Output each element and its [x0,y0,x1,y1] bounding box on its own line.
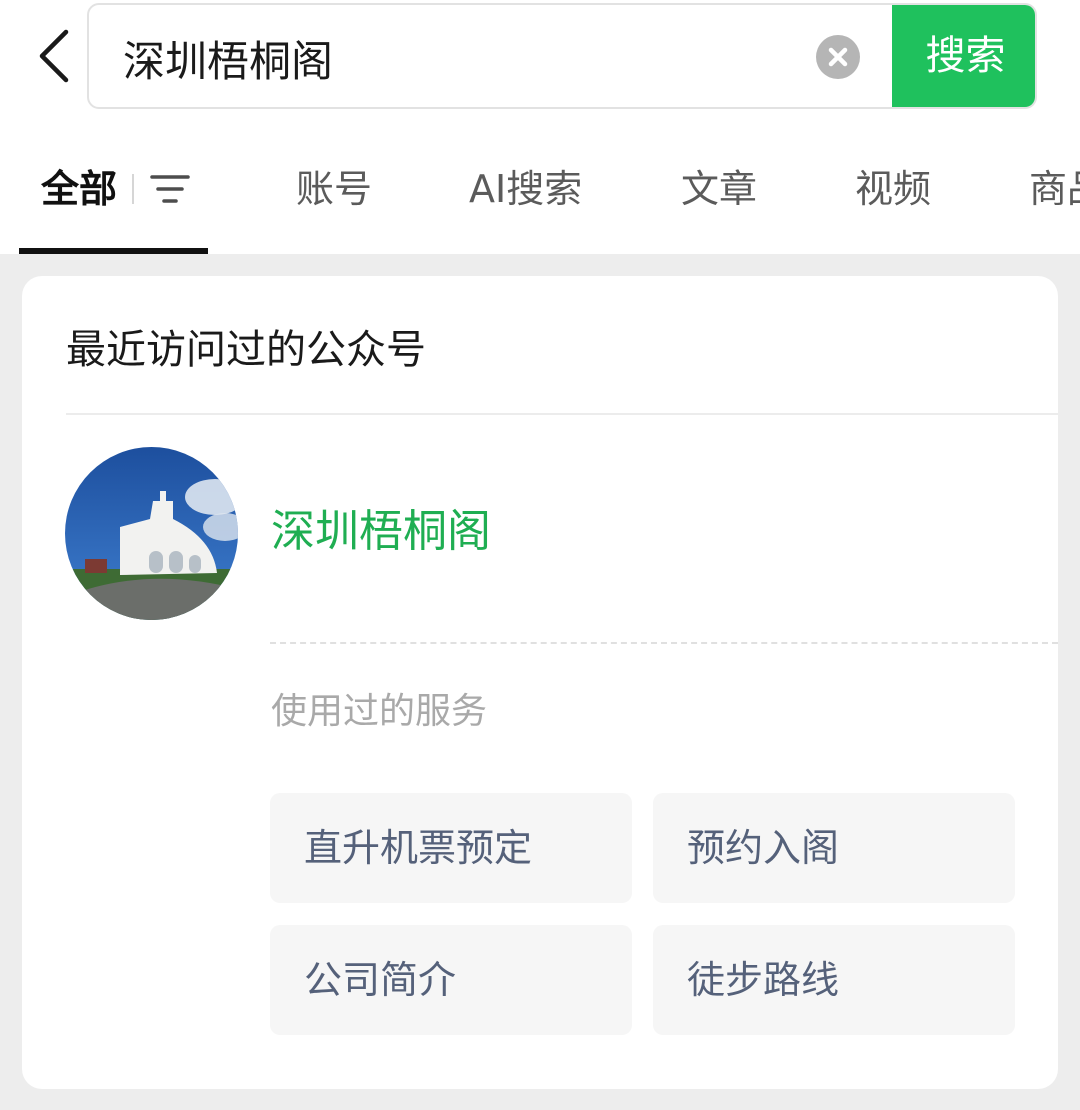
avatar[interactable] [65,447,238,620]
divider [66,413,1058,415]
tab-videos[interactable]: 视频 [855,164,931,214]
avatar-photo-icon [65,447,238,620]
service-label: 预约入阁 [687,826,840,870]
tab-ai-search[interactable]: AI搜索 [469,164,582,214]
clear-circle-icon [828,47,848,67]
service-label: 公司简介 [304,958,457,1002]
dashed-divider [270,642,1058,644]
service-helicopter-booking[interactable]: 直升机票预定 [270,793,632,903]
filter-icon [150,175,190,203]
search-button[interactable]: 搜索 [892,5,1035,107]
service-label: 直升机票预定 [304,826,533,870]
tab-accounts[interactable]: 账号 [296,164,372,214]
filter-button[interactable] [150,172,190,206]
search-box: 搜索 [87,3,1037,109]
search-input[interactable] [123,29,813,87]
tab-products[interactable]: 商品 [1029,164,1080,214]
service-label: 徒步路线 [687,958,840,1002]
clear-button[interactable] [816,35,860,79]
tab-all[interactable]: 全部 [41,164,117,214]
section-title: 最近访问过的公众号 [66,327,426,373]
recent-accounts-card: 最近访问过的公众号 深圳梧桐阁 使用过的服务 直升机票预定 预约入阁 公司简介 … [22,276,1058,1089]
service-company-intro[interactable]: 公司简介 [270,925,632,1035]
tab-bar: 全部 账号 AI搜索 文章 视频 商品 [0,140,1080,254]
account-name-link[interactable]: 深圳梧桐阁 [271,504,491,560]
service-hiking-route[interactable]: 徒步路线 [653,925,1015,1035]
tab-divider [132,174,134,204]
tab-articles[interactable]: 文章 [681,164,757,214]
service-reserve-entry[interactable]: 预约入阁 [653,793,1015,903]
services-label: 使用过的服务 [271,691,488,732]
chevron-left-icon [39,29,69,83]
active-tab-indicator [19,248,208,254]
top-bar: 搜索 全部 账号 AI搜索 文章 视频 商品 [0,0,1080,254]
back-button[interactable] [30,26,80,86]
